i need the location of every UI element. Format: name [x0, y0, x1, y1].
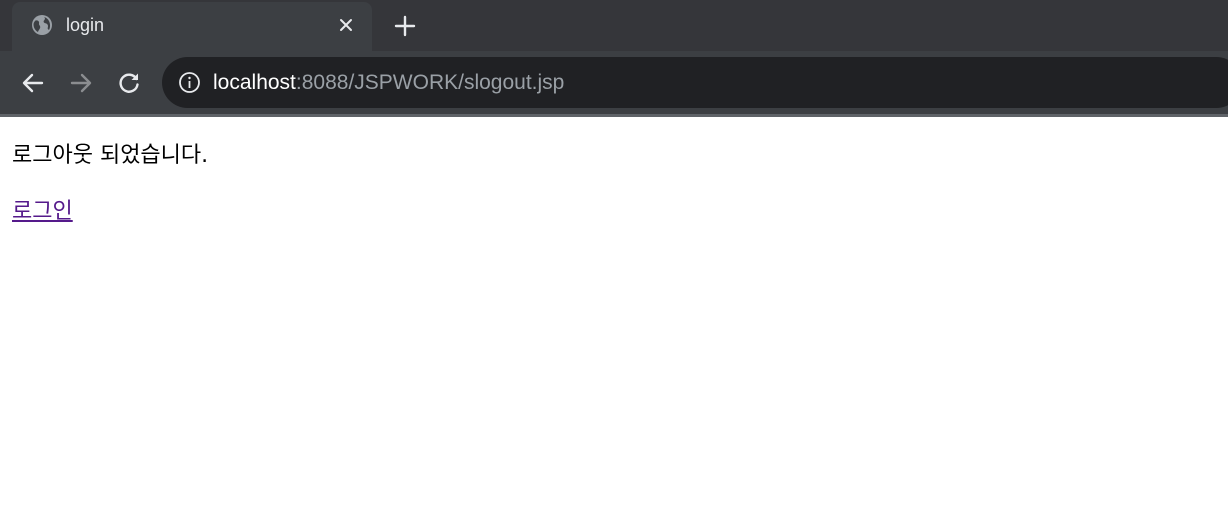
- browser-tab[interactable]: login: [12, 2, 372, 51]
- plus-icon[interactable]: [392, 13, 418, 39]
- reload-icon[interactable]: [116, 70, 142, 96]
- close-icon[interactable]: [338, 17, 354, 33]
- url-path: :8088/JSPWORK/slogout.jsp: [295, 71, 565, 94]
- forward-arrow-icon[interactable]: [68, 70, 94, 96]
- page-content: 로그아웃 되었습니다. 로그인: [0, 117, 1228, 511]
- globe-icon: [32, 15, 52, 35]
- info-icon[interactable]: [178, 71, 201, 94]
- url-host: localhost: [213, 71, 296, 94]
- tab-strip: login: [0, 0, 1228, 51]
- logout-message: 로그아웃 되었습니다.: [12, 143, 209, 168]
- address-bar[interactable]: localhost:8088/JSPWORK/slogout.jsp: [162, 57, 1228, 108]
- back-arrow-icon[interactable]: [20, 70, 46, 96]
- tab-title: login: [66, 15, 105, 35]
- url-text[interactable]: localhost:8088/JSPWORK/slogout.jsp: [213, 70, 564, 95]
- login-link[interactable]: 로그인: [12, 198, 73, 226]
- browser-toolbar: localhost:8088/JSPWORK/slogout.jsp: [0, 51, 1228, 114]
